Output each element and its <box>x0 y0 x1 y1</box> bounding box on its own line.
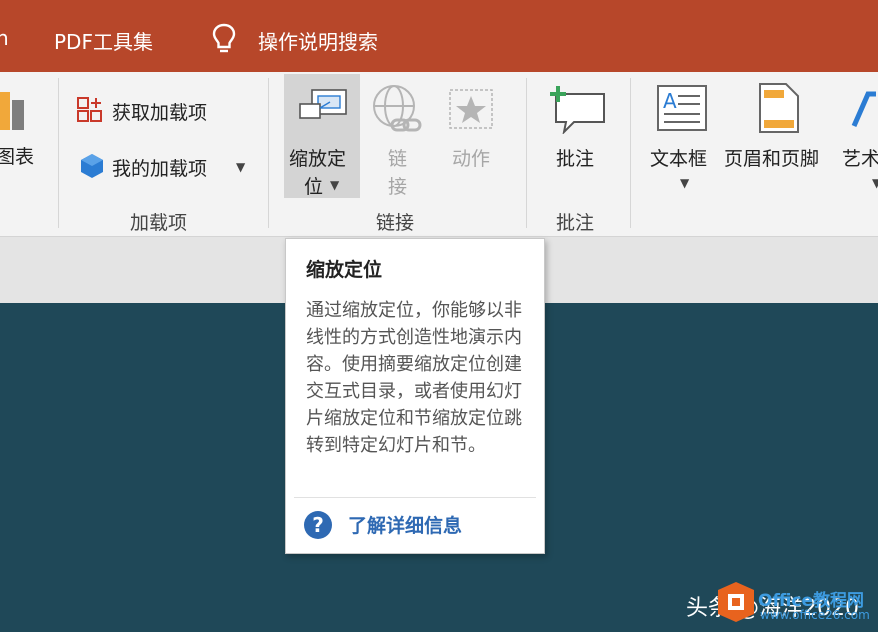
header-footer-icon[interactable] <box>758 82 800 134</box>
textbox-button[interactable]: 文本框 <box>650 144 707 171</box>
separator <box>526 78 527 228</box>
group-label-links: 链接 <box>376 212 415 234</box>
comment-button[interactable]: 批注 <box>556 144 594 171</box>
zoom-tooltip: 缩放定位 通过缩放定位，你能够以非线性的方式创造性地演示内容。使用摘要缩放定位创… <box>285 238 545 554</box>
textbox-dropdown-icon[interactable]: ▼ <box>680 176 689 190</box>
office-logo-icon <box>718 582 754 622</box>
get-addins-icon[interactable] <box>76 96 104 124</box>
tell-me-search[interactable]: 操作说明搜索 <box>258 26 378 55</box>
group-label-comments: 批注 <box>556 212 595 234</box>
ribbon: 图表 获取加载项 我的加载项 ▼ 加载项 缩放定 位 ▼ 链 接 动作 链接 批… <box>0 72 878 237</box>
separator <box>268 78 269 228</box>
zoom-button-line1[interactable]: 缩放定 <box>289 144 346 171</box>
get-addins-button[interactable]: 获取加载项 <box>112 98 207 125</box>
tab-pdf-tools[interactable]: PDF工具集 <box>54 26 153 55</box>
my-addins-button[interactable]: 我的加载项 <box>112 154 207 181</box>
title-tab-bar: n PDF工具集 操作说明搜索 <box>0 0 878 72</box>
textbox-icon[interactable]: A <box>656 84 710 132</box>
separator <box>630 78 631 228</box>
svg-text:A: A <box>663 89 677 113</box>
zoom-button-line2[interactable]: 位 <box>304 172 323 199</box>
wordart-dropdown-icon[interactable]: ▼ <box>872 176 878 190</box>
link-button-line2: 接 <box>388 176 408 198</box>
action-star-icon <box>449 89 493 129</box>
separator <box>58 78 59 228</box>
header-footer-button[interactable]: 页眉和页脚 <box>724 144 819 171</box>
action-button: 动作 <box>452 148 491 170</box>
zoom-icon[interactable] <box>298 86 350 130</box>
tooltip-title: 缩放定位 <box>306 259 383 281</box>
chart-icon[interactable] <box>0 86 28 132</box>
wordart-button[interactable]: 艺术 <box>842 144 878 171</box>
my-addins-dropdown-icon[interactable]: ▼ <box>236 160 245 174</box>
comment-icon[interactable] <box>548 80 608 134</box>
group-label-addins: 加载项 <box>130 212 188 234</box>
link-button-line1: 链 <box>388 148 408 170</box>
tooltip-divider <box>294 497 536 498</box>
tab-partial[interactable]: n <box>0 26 9 50</box>
learn-more-link[interactable]: 了解详细信息 <box>348 511 462 538</box>
wordart-icon[interactable] <box>850 90 878 130</box>
lightbulb-icon[interactable] <box>210 22 238 56</box>
help-question-icon[interactable]: ? <box>304 511 332 539</box>
my-addins-icon[interactable] <box>78 152 106 180</box>
watermark-url: www.office26.com <box>760 608 870 622</box>
zoom-dropdown-icon[interactable]: ▼ <box>330 178 339 192</box>
chart-button-label[interactable]: 图表 <box>0 142 34 169</box>
tooltip-description: 通过缩放定位，你能够以非线性的方式创造性地演示内容。使用摘要缩放定位创建交互式目… <box>306 300 522 456</box>
link-icon <box>373 85 422 132</box>
